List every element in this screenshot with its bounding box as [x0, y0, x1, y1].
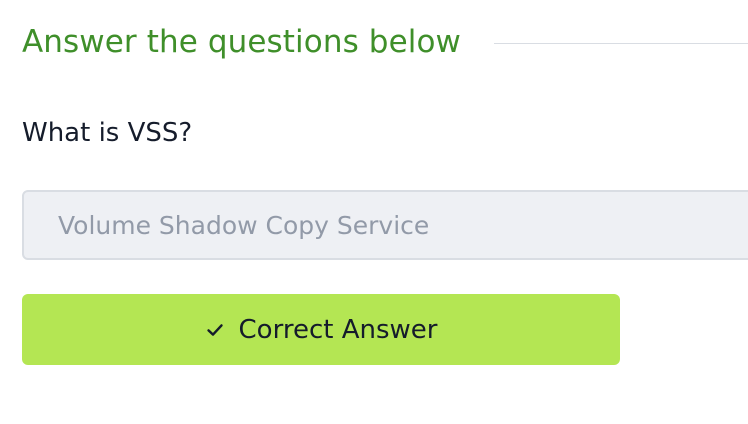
correct-answer-label: Correct Answer: [238, 314, 438, 345]
section-divider: [493, 42, 748, 44]
question-text: What is VSS?: [22, 118, 193, 148]
check-icon: [205, 320, 225, 340]
correct-answer-button[interactable]: Correct Answer: [22, 294, 620, 365]
section-title: Answer the questions below: [22, 24, 461, 60]
section-header: Answer the questions below: [22, 18, 748, 66]
answer-input[interactable]: [22, 190, 748, 260]
